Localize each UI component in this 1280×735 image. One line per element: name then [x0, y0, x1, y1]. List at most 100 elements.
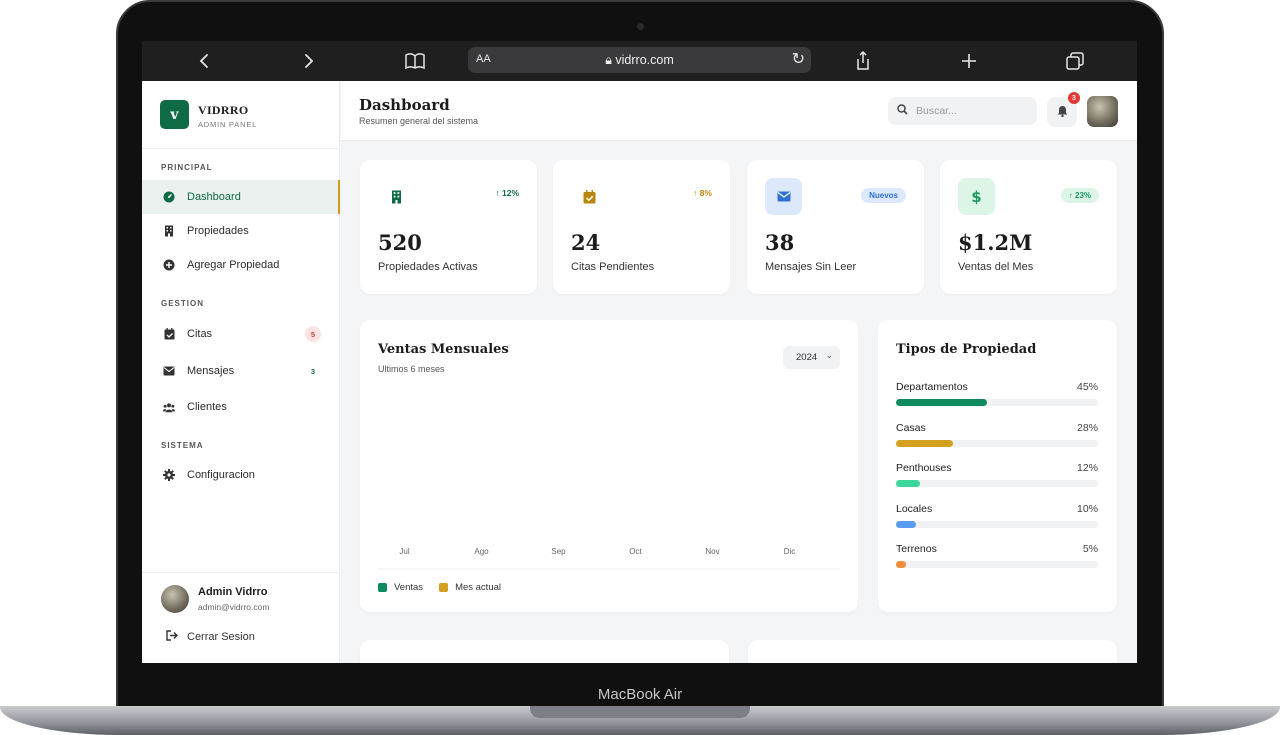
mensajes-count-badge: 3 [310, 366, 316, 376]
browser-toolbar: AA 🔒︎ vidrro.com ↻ [142, 41, 1137, 81]
progress-fill [896, 520, 917, 528]
bottom-card-right [748, 640, 1117, 663]
x-tick-label: Oct [629, 547, 642, 556]
legend-item-mes-actual: Mes actual [439, 582, 501, 593]
share-icon[interactable] [851, 49, 875, 73]
back-icon[interactable] [192, 49, 216, 73]
sidebar-item-label: Mensajes [187, 365, 235, 377]
page-subtitle: Resumen general del sistema [359, 116, 479, 126]
divider [142, 572, 340, 573]
page-title: Dashboard [359, 96, 450, 114]
new-tab-icon[interactable] [957, 49, 981, 73]
legend-item-ventas: Ventas [378, 582, 423, 593]
logout-button[interactable]: Cerrar Sesion [166, 630, 255, 644]
building-icon [163, 225, 175, 237]
users-icon [163, 401, 175, 413]
sidebar-item-dashboard[interactable]: Dashboard [142, 180, 340, 214]
stat-label: Propiedades Activas [378, 261, 478, 273]
stat-value: 38 [765, 230, 795, 255]
new-badge: Nuevos [861, 188, 906, 203]
avatar[interactable] [161, 585, 189, 613]
chevron-down-icon: ⌄ [825, 350, 833, 360]
trend-indicator: ↑ 12% [495, 188, 519, 198]
x-tick-label: Sep [551, 547, 566, 556]
property-types-title: Tipos de Propiedad [896, 342, 1037, 357]
x-tick-label: Nov [705, 547, 719, 556]
sidebar-item-label: Configuracion [187, 469, 255, 481]
sidebar-item-mensajes[interactable]: Mensajes 3 [142, 354, 340, 388]
lock-icon: 🔒︎ [605, 53, 612, 67]
property-type-name: Terrenos [896, 543, 937, 555]
sidebar-item-propiedades[interactable]: Propiedades [142, 214, 340, 248]
dollar-icon: $ [958, 178, 995, 215]
sidebar-item-label: Dashboard [187, 191, 241, 203]
address-bar[interactable]: AA 🔒︎ vidrro.com ↻ [468, 47, 811, 73]
progress-track [896, 480, 1098, 487]
sidebar-item-label: Propiedades [187, 225, 249, 237]
camera [637, 23, 644, 30]
divider [142, 148, 340, 149]
search-input[interactable]: Buscar... [888, 97, 1037, 125]
progress-fill [896, 480, 921, 487]
section-sistema: SISTEMA [161, 441, 204, 450]
property-type-percent: 28% [1076, 421, 1098, 434]
section-principal: PRINCIPAL [161, 163, 213, 172]
calendar-check-icon [163, 328, 175, 340]
search-icon [897, 104, 908, 118]
stat-card-mensajes[interactable]: Nuevos 38 Mensajes Sin Leer [747, 160, 924, 294]
sidebar-item-configuracion[interactable]: Configuracion [142, 458, 340, 492]
brand-name: VIDRRO [198, 103, 249, 117]
calendar-check-icon [571, 178, 608, 215]
property-type-percent: 10% [1076, 502, 1098, 515]
stat-label: Ventas del Mes [958, 261, 1034, 273]
section-gestion: GESTION [161, 299, 205, 308]
chart-title: Ventas Mensuales [378, 342, 509, 357]
legend-swatch [439, 583, 449, 592]
header-avatar[interactable] [1087, 96, 1118, 127]
property-types-card: Tipos de Propiedad Departamentos 45% Casas… [878, 320, 1117, 612]
sidebar-item-clientes[interactable]: Clientes [142, 390, 340, 424]
stat-card-propiedades[interactable]: ↑ 12% 520 Propiedades Activas [360, 160, 537, 294]
stat-card-citas[interactable]: ↑ 8% 24 Citas Pendientes [553, 160, 730, 294]
plus-circle-icon [163, 259, 175, 271]
bottom-card-left [360, 640, 729, 663]
logo[interactable]: v [160, 100, 189, 129]
chart-legend: Ventas Mes actual [378, 582, 517, 593]
user-email: admin@vidrro.com [198, 602, 270, 612]
property-type-percent: 12% [1076, 462, 1098, 474]
sidebar-item-citas[interactable]: Citas 5 [142, 317, 340, 351]
url-text: 🔒︎ vidrro.com [468, 53, 811, 68]
stat-card-ventas[interactable]: $ ↑ 23% $1.2M Ventas del Mes [940, 160, 1117, 294]
sidebar-item-label: Clientes [187, 401, 227, 413]
sales-chart-card: Ventas Mensuales Ultimos 6 meses 2024 ⌄ … [360, 320, 858, 612]
building-icon [378, 178, 415, 215]
trend-indicator: ↑ 23% [1060, 188, 1099, 203]
year-select[interactable]: 2024 ⌄ [783, 346, 840, 369]
property-type-percent: 5% [1082, 543, 1098, 555]
sidebar: v VIDRRO ADMIN PANEL PRINCIPAL Dashboard… [142, 81, 340, 663]
property-type-name: Penthouses [896, 462, 952, 474]
forward-icon[interactable] [297, 49, 321, 73]
x-tick-label: Jul [399, 547, 409, 556]
bookmarks-icon[interactable] [403, 49, 427, 73]
reload-icon[interactable]: ↻ [792, 49, 805, 69]
property-type-name: Casas [896, 421, 926, 434]
progress-track [896, 439, 1098, 447]
bell-icon [1057, 105, 1068, 120]
user-name: Admin Vidrro [198, 586, 268, 598]
envelope-icon [765, 178, 802, 215]
tabs-overview-icon[interactable] [1063, 49, 1087, 73]
property-type-name: Locales [896, 502, 933, 515]
laptop-notch [530, 706, 750, 718]
progress-track [896, 561, 1098, 568]
search-placeholder: Buscar... [916, 105, 957, 117]
legend-label: Mes actual [455, 582, 501, 593]
logout-label: Cerrar Sesion [187, 631, 255, 643]
sign-out-icon [166, 630, 178, 644]
sidebar-item-agregar-propiedad[interactable]: Agregar Propiedad [142, 248, 340, 282]
trend-indicator: ↑ 8% [693, 188, 712, 198]
legend-swatch [378, 583, 387, 592]
envelope-icon [163, 365, 175, 377]
stat-label: Citas Pendientes [571, 261, 655, 273]
stat-value: $1.2M [958, 230, 1033, 255]
